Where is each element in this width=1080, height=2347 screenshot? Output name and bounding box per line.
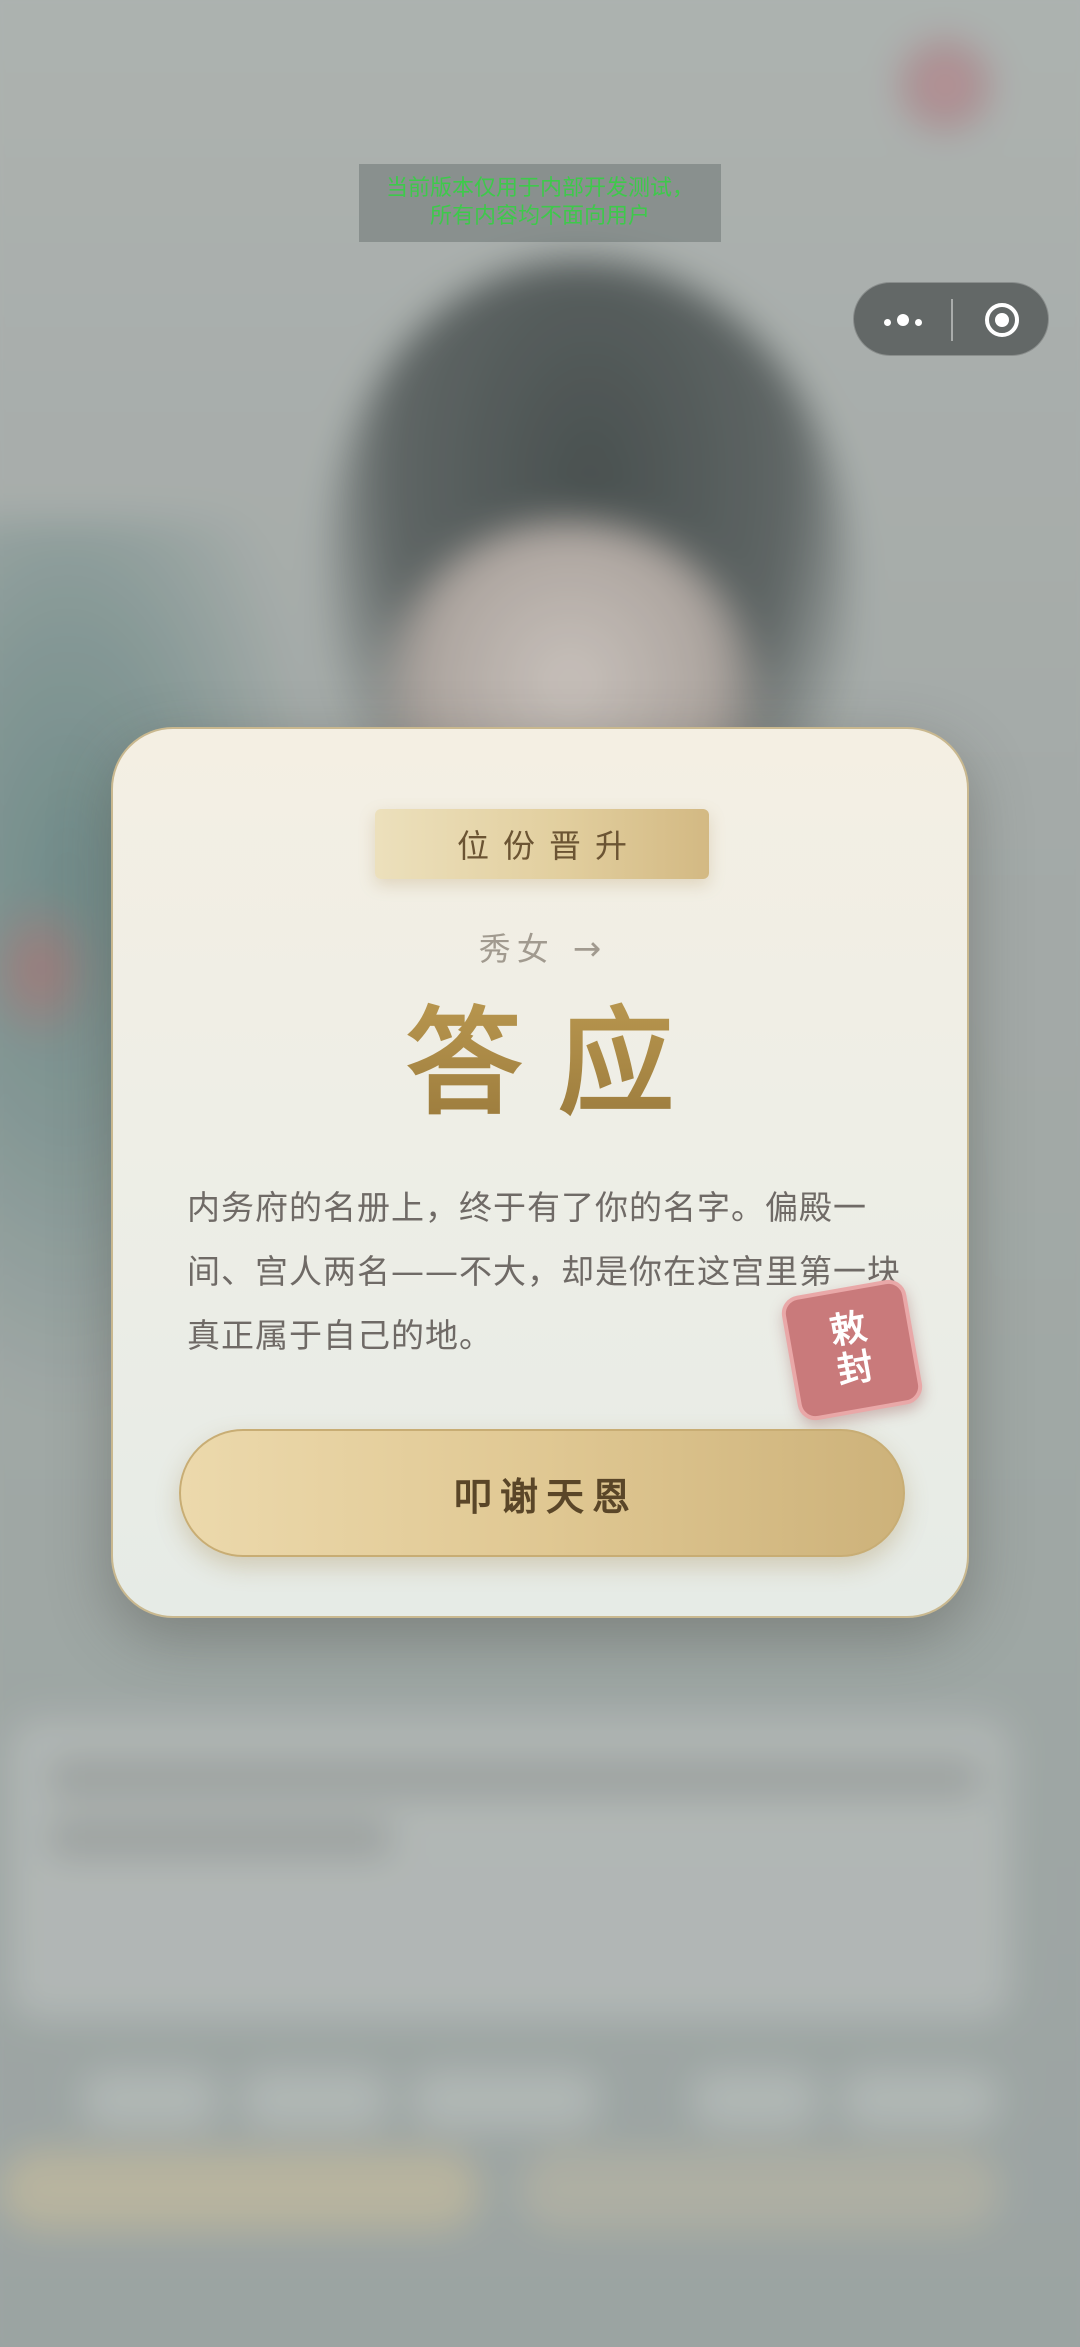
- more-button[interactable]: [854, 283, 951, 357]
- dev-test-banner: 当前版本仅用于内部开发测试， 所有内容均不面向用户: [359, 164, 721, 242]
- close-miniprogram-button[interactable]: [953, 283, 1050, 357]
- miniprogram-capsule: [853, 282, 1049, 356]
- more-dots-icon: [881, 311, 925, 330]
- seal-char-2: 封: [834, 1345, 877, 1393]
- arrow-right-icon: →: [572, 929, 602, 969]
- dev-banner-line-1: 当前版本仅用于内部开发测试，: [385, 176, 694, 201]
- rank-promotion-modal: 位份晋升 秀女 → 答应 内务府的名册上，终于有了你的名字。偏殿一间、宫人两名——…: [111, 727, 969, 1618]
- imperial-seal-stamp: 敕 封: [779, 1277, 925, 1423]
- previous-rank: 秀女 →: [113, 924, 967, 970]
- dev-banner-line-2: 所有内容均不面向用户: [429, 204, 650, 229]
- previous-rank-label: 秀女: [478, 930, 555, 968]
- confirm-thanks-button[interactable]: 叩谢天恩: [179, 1429, 905, 1557]
- new-rank-title: 答应: [113, 994, 967, 1134]
- target-close-icon: [984, 303, 1019, 337]
- modal-badge-title: 位份晋升: [375, 809, 709, 879]
